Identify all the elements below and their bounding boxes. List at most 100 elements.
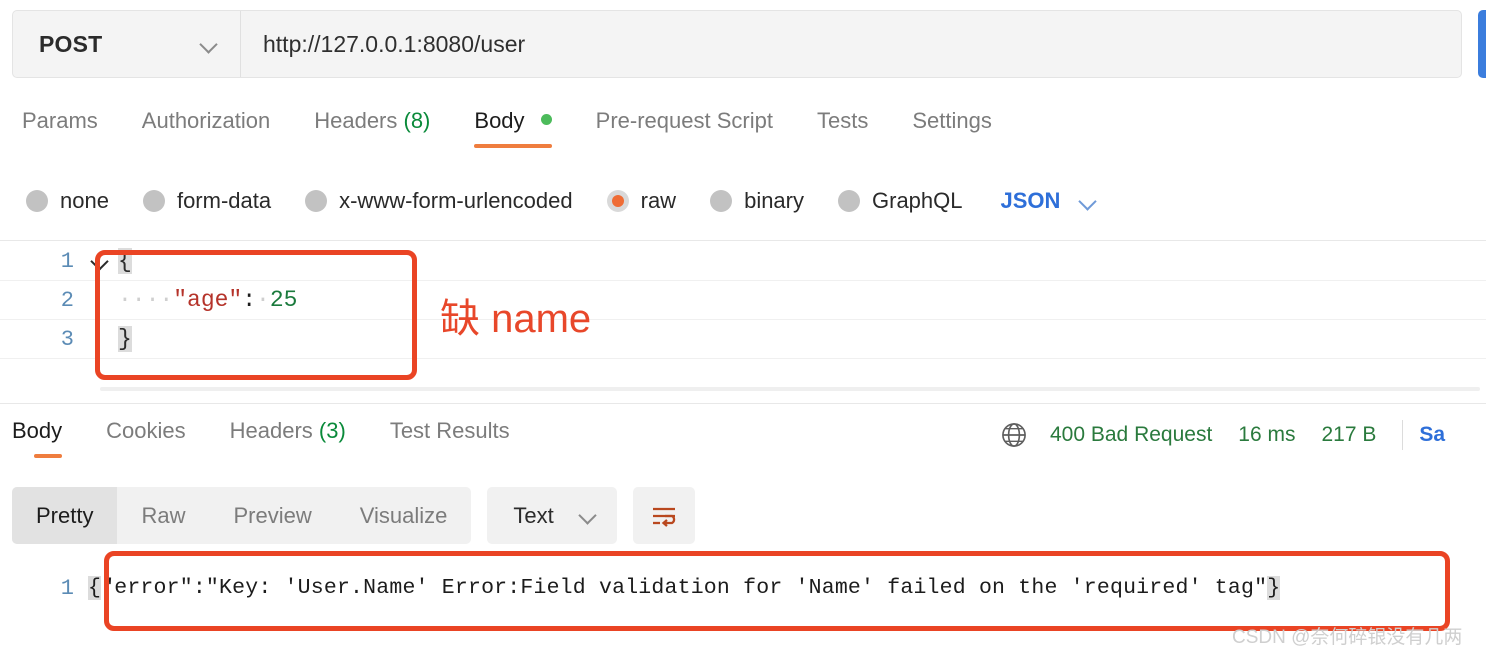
editor-line-content: ····"age":·25 (118, 287, 298, 313)
line-number: 2 (60, 287, 74, 313)
response-headers-count: (3) (318, 418, 346, 443)
open-brace: { (88, 576, 102, 600)
request-url-bar: POST http://127.0.0.1:8080/user (12, 10, 1462, 78)
response-body[interactable]: 1 {"error":"Key: 'User.Name' Error:Field… (0, 565, 1486, 611)
response-view-mode-group: Pretty Raw Preview Visualize (12, 487, 472, 544)
radio-form-data[interactable]: form-data (142, 188, 272, 214)
radio-raw[interactable]: raw (606, 188, 676, 214)
radio-icon-selected (606, 190, 629, 212)
tab-headers[interactable]: Headers (8) (292, 108, 452, 148)
tab-label: Cookies (106, 418, 186, 443)
radio-icon (305, 190, 328, 212)
radio-none[interactable]: none (26, 188, 109, 214)
response-format-label: Text (513, 502, 554, 528)
radio-icon (26, 190, 48, 212)
json-colon: : (242, 287, 257, 313)
response-meta: 400 Bad Request 16 ms 217 B Sa (1000, 420, 1445, 450)
tab-label: Params (22, 108, 98, 133)
response-tab-cookies[interactable]: Cookies (84, 418, 207, 458)
tab-params[interactable]: Params (22, 108, 120, 148)
chevron-down-icon (201, 36, 218, 53)
http-method-select[interactable]: POST (13, 11, 241, 77)
request-body-editor[interactable]: 1 { 2 ····"age":·25 3 } (0, 242, 1486, 391)
response-tabs: Body Cookies Headers (3) Test Results (12, 418, 532, 458)
response-time[interactable]: 16 ms (1238, 423, 1295, 447)
radio-label: binary (744, 188, 804, 213)
tab-settings[interactable]: Settings (890, 108, 1014, 148)
view-mode-raw[interactable]: Raw (117, 487, 209, 544)
radio-graphql[interactable]: GraphQL (838, 188, 963, 214)
fold-placeholder (88, 281, 118, 319)
view-mode-preview[interactable]: Preview (209, 487, 335, 544)
divider (1402, 420, 1404, 450)
radio-label: GraphQL (872, 188, 963, 213)
open-brace: { (118, 248, 132, 274)
radio-label: none (60, 188, 109, 213)
save-response-button[interactable]: Sa (1419, 423, 1445, 447)
radio-label: form-data (176, 188, 272, 213)
tab-label: Authorization (141, 108, 271, 133)
tab-label: Headers (229, 418, 313, 443)
tab-label: Tests (816, 108, 869, 133)
editor-horizontal-scrollbar[interactable] (100, 387, 1480, 391)
tab-label: Pre-request Script (595, 108, 773, 133)
radio-icon (838, 190, 860, 212)
response-tab-body[interactable]: Body (12, 418, 84, 458)
send-button[interactable] (1478, 10, 1486, 78)
close-brace: } (1267, 576, 1281, 600)
editor-line: 2 ····"age":·25 (0, 281, 1486, 320)
line-number: 1 (60, 248, 74, 274)
view-mode-label: Raw (141, 502, 186, 528)
tab-authorization[interactable]: Authorization (120, 108, 292, 148)
radio-icon (710, 190, 733, 212)
editor-line: 1 { (0, 242, 1486, 281)
status-code[interactable]: 400 Bad Request (1050, 423, 1212, 447)
close-brace: } (118, 326, 132, 352)
response-tab-test-results[interactable]: Test Results (368, 418, 532, 458)
response-toolbar: Pretty Raw Preview Visualize Text (12, 487, 695, 544)
response-tab-headers[interactable]: Headers (3) (208, 418, 368, 458)
url-value: http://127.0.0.1:8080/user (263, 30, 526, 57)
tab-body[interactable]: Body (452, 108, 573, 148)
radio-label: x-www-form-urlencoded (339, 188, 573, 213)
fold-chevron-icon[interactable] (88, 242, 118, 280)
divider (0, 403, 1486, 404)
raw-format-label: JSON (1000, 188, 1061, 213)
headers-count: (8) (403, 108, 431, 133)
json-value: 25 (269, 287, 298, 313)
chevron-down-icon (1080, 193, 1097, 210)
word-wrap-button[interactable] (632, 487, 695, 544)
tab-label: Body (12, 418, 63, 443)
radio-icon (142, 190, 165, 212)
radio-binary[interactable]: binary (710, 188, 804, 214)
tab-label: Settings (912, 108, 992, 133)
json-key: "age" (173, 287, 243, 313)
response-format-select[interactable]: Text (487, 487, 617, 544)
tab-label: Body (474, 108, 525, 133)
raw-format-select[interactable]: JSON (1001, 188, 1098, 214)
tab-pre-request-script[interactable]: Pre-request Script (574, 108, 795, 148)
view-mode-label: Visualize (359, 502, 448, 528)
view-mode-label: Pretty (36, 502, 94, 528)
url-input[interactable]: http://127.0.0.1:8080/user (241, 11, 1461, 77)
tab-tests[interactable]: Tests (795, 108, 890, 148)
view-mode-pretty[interactable]: Pretty (12, 487, 118, 544)
line-number: 1 (60, 575, 74, 601)
postman-window: POST http://127.0.0.1:8080/user Params A… (0, 0, 1486, 654)
tab-label: Test Results (389, 418, 510, 443)
view-mode-label: Preview (233, 502, 312, 528)
response-size[interactable]: 217 B (1321, 423, 1376, 447)
word-wrap-icon (652, 507, 675, 527)
watermark: CSDN @奈何碎银没有几两 (1232, 627, 1463, 648)
body-modified-dot-icon (540, 114, 552, 125)
line-number: 3 (60, 326, 74, 352)
divider (0, 240, 1486, 241)
chevron-down-icon (580, 507, 597, 524)
editor-line-content: { (118, 248, 132, 274)
view-mode-visualize[interactable]: Visualize (336, 487, 472, 544)
response-body-content: {"error":"Key: 'User.Name' Error:Field v… (88, 576, 1281, 600)
indent-dots: ···· (118, 287, 174, 313)
editor-line: 3 } (0, 320, 1486, 359)
http-method-label: POST (39, 30, 103, 57)
radio-x-www-form-urlencoded[interactable]: x-www-form-urlencoded (305, 188, 573, 214)
